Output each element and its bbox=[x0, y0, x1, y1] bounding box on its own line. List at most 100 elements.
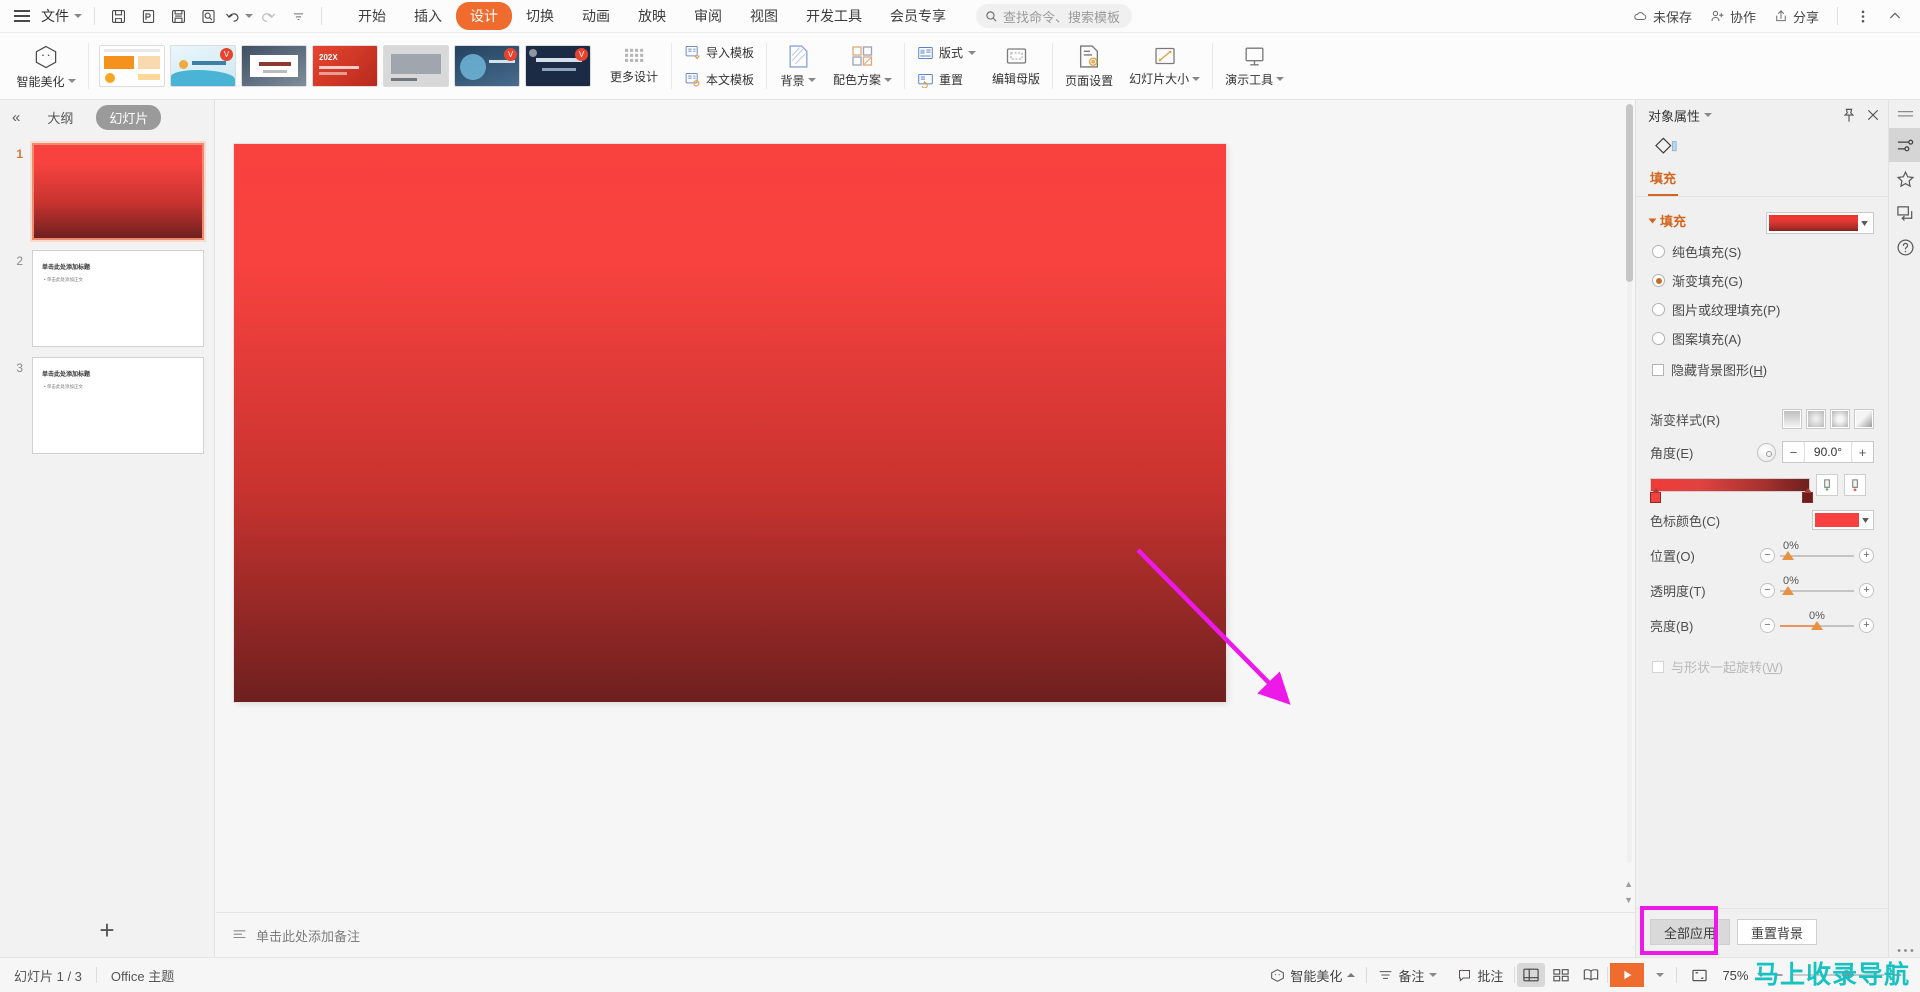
gradient-style-path[interactable] bbox=[1854, 409, 1874, 429]
gradient-stop-handle[interactable] bbox=[1650, 488, 1661, 503]
template-thumbnail[interactable] bbox=[99, 45, 165, 87]
reset-button[interactable]: 重置 bbox=[909, 67, 984, 92]
checkbox-rotate-with-shape[interactable]: 与形状一起旋转(W) bbox=[1652, 657, 1783, 676]
close-icon[interactable] bbox=[1866, 108, 1880, 122]
radio-solid-fill[interactable]: 纯色填充(S) bbox=[1652, 242, 1888, 261]
radio-pattern-fill[interactable]: 图案填充(A) bbox=[1652, 329, 1888, 348]
chevron-down-icon[interactable] bbox=[1858, 220, 1871, 226]
zoom-level-label[interactable]: 75% bbox=[1722, 968, 1748, 983]
slide-thumbnail[interactable] bbox=[30, 141, 206, 242]
slide-size-button[interactable]: 幻灯片大小 bbox=[1121, 37, 1208, 95]
tab-design[interactable]: 设计 bbox=[456, 2, 512, 30]
share-button[interactable]: 分享 bbox=[1766, 3, 1827, 30]
notes-toggle-button[interactable]: 备注 bbox=[1369, 962, 1446, 989]
radio-gradient-fill[interactable]: 渐变填充(G) bbox=[1652, 271, 1888, 290]
template-thumbnail[interactable]: V bbox=[170, 45, 236, 87]
zoom-slider-knob[interactable] bbox=[1842, 970, 1852, 979]
template-thumbnail[interactable]: 202X bbox=[312, 45, 378, 87]
transparency-slider-knob[interactable] bbox=[1782, 585, 1794, 595]
import-template-button[interactable]: 导入模板 bbox=[676, 40, 762, 65]
object-properties-icon[interactable] bbox=[1889, 128, 1920, 162]
brightness-increase-button[interactable]: + bbox=[1859, 618, 1874, 633]
reading-view-icon[interactable] bbox=[1577, 963, 1605, 987]
tab-insert[interactable]: 插入 bbox=[400, 2, 456, 30]
position-increase-button[interactable]: + bbox=[1859, 548, 1874, 563]
theme-status[interactable]: Office 主题 bbox=[97, 966, 188, 985]
tab-slideshow[interactable]: 放映 bbox=[624, 2, 680, 30]
customize-quick-access-icon[interactable] bbox=[283, 3, 313, 29]
slide-editing-surface[interactable] bbox=[234, 144, 1226, 702]
transparency-increase-button[interactable]: + bbox=[1859, 583, 1874, 598]
undo-icon[interactable] bbox=[223, 3, 253, 29]
plus-icon[interactable]: + bbox=[99, 917, 114, 943]
gradient-stop-bar[interactable] bbox=[1650, 478, 1813, 503]
gradient-style-radial[interactable] bbox=[1806, 409, 1826, 429]
radio-picture-texture-fill[interactable]: 图片或纹理填充(P) bbox=[1652, 300, 1888, 319]
zoom-in-button[interactable]: + bbox=[1893, 967, 1902, 984]
tab-outline[interactable]: 大纲 bbox=[34, 105, 86, 130]
tab-animation[interactable]: 动画 bbox=[568, 2, 624, 30]
next-slide-icon[interactable]: ▼ bbox=[1624, 895, 1633, 905]
gradient-style-rectangular[interactable] bbox=[1830, 409, 1850, 429]
background-button[interactable]: 背景 bbox=[771, 37, 825, 95]
slide-thumbnail[interactable]: 单击此处添加标题 • 单击此处添加正文 bbox=[32, 357, 204, 454]
collapse-ribbon-icon[interactable] bbox=[1880, 3, 1910, 29]
page-setup-button[interactable]: 页面设置 bbox=[1057, 37, 1121, 95]
slide-count-status[interactable]: 幻灯片 1 / 3 bbox=[0, 966, 96, 985]
previous-slide-icon[interactable]: ▲ bbox=[1624, 879, 1633, 889]
export-pdf-icon[interactable] bbox=[133, 3, 163, 29]
comment-button[interactable]: 批注 bbox=[1448, 962, 1512, 989]
template-thumbnail[interactable] bbox=[383, 45, 449, 87]
help-icon[interactable] bbox=[1889, 230, 1920, 264]
angle-increase-button[interactable]: + bbox=[1852, 442, 1873, 462]
slide-list-item[interactable]: 2 单击此处添加标题 • 单击此处添加正文 bbox=[0, 245, 214, 352]
apply-all-button[interactable]: 全部应用 bbox=[1650, 919, 1731, 945]
gradient-style-linear[interactable] bbox=[1782, 409, 1802, 429]
tab-transition[interactable]: 切换 bbox=[512, 2, 568, 30]
tab-review[interactable]: 审阅 bbox=[680, 2, 736, 30]
slide-list-item[interactable]: 1 bbox=[0, 138, 214, 245]
print-preview-icon[interactable] bbox=[193, 3, 223, 29]
position-slider-knob[interactable] bbox=[1782, 550, 1794, 560]
collaborate-button[interactable]: 协作 bbox=[1702, 3, 1764, 30]
zoom-slider-track[interactable] bbox=[1792, 970, 1885, 979]
slide-thumbnail[interactable]: 单击此处添加标题 • 单击此处添加正文 bbox=[32, 250, 204, 347]
star-effects-icon[interactable] bbox=[1889, 162, 1920, 196]
tab-developer-tools[interactable]: 开发工具 bbox=[792, 2, 876, 30]
file-menu-button[interactable]: 文件 bbox=[37, 4, 86, 28]
canvas-vertical-scrollbar[interactable] bbox=[1625, 104, 1634, 863]
edit-master-button[interactable]: 编辑母版 bbox=[984, 37, 1048, 95]
save-icon[interactable] bbox=[103, 3, 133, 29]
slide-sorter-icon[interactable] bbox=[1547, 963, 1575, 987]
more-design-button[interactable]: 更多设计 bbox=[601, 37, 667, 95]
color-scheme-button[interactable]: 配色方案 bbox=[825, 37, 900, 95]
remove-stop-icon[interactable] bbox=[1844, 474, 1866, 496]
transparency-slider-track[interactable]: 0% bbox=[1780, 575, 1854, 595]
chevron-down-icon[interactable] bbox=[1859, 517, 1871, 523]
tab-view[interactable]: 视图 bbox=[736, 2, 792, 30]
notes-bar[interactable]: 单击此处添加备注 bbox=[216, 912, 1635, 957]
hamburger-icon[interactable] bbox=[14, 10, 30, 22]
checkbox-hide-background-graphics[interactable]: 隐藏背景图形(H) bbox=[1652, 360, 1888, 379]
slide-transition-icon[interactable] bbox=[1889, 196, 1920, 230]
position-decrease-button[interactable]: − bbox=[1760, 548, 1775, 563]
zoom-out-button[interactable]: − bbox=[1774, 967, 1783, 984]
more-horizontal-icon[interactable] bbox=[1889, 948, 1920, 953]
tab-start[interactable]: 开始 bbox=[344, 2, 400, 30]
position-slider-track[interactable]: 0% bbox=[1780, 540, 1854, 560]
text-template-button[interactable]: 本文模板 bbox=[676, 67, 762, 92]
angle-value[interactable]: 90.0° bbox=[1804, 442, 1852, 462]
layout-button[interactable]: 版式 bbox=[909, 40, 984, 65]
tab-member-exclusive[interactable]: 会员专享 bbox=[876, 2, 960, 30]
pin-icon[interactable] bbox=[1842, 108, 1856, 123]
present-tools-button[interactable]: 演示工具 bbox=[1217, 37, 1292, 95]
add-stop-icon[interactable] bbox=[1816, 474, 1838, 496]
brightness-slider-knob[interactable] bbox=[1811, 620, 1823, 630]
tab-fill[interactable]: 填充 bbox=[1648, 165, 1679, 196]
angle-decrease-button[interactable]: − bbox=[1783, 442, 1804, 462]
tab-slides[interactable]: 幻灯片 bbox=[96, 104, 162, 130]
print-icon[interactable] bbox=[163, 3, 193, 29]
collapse-panel-icon[interactable]: « bbox=[8, 109, 24, 126]
template-thumbnail[interactable]: V bbox=[525, 45, 591, 87]
panel-title-wrap[interactable]: 对象属性 bbox=[1648, 106, 1713, 125]
